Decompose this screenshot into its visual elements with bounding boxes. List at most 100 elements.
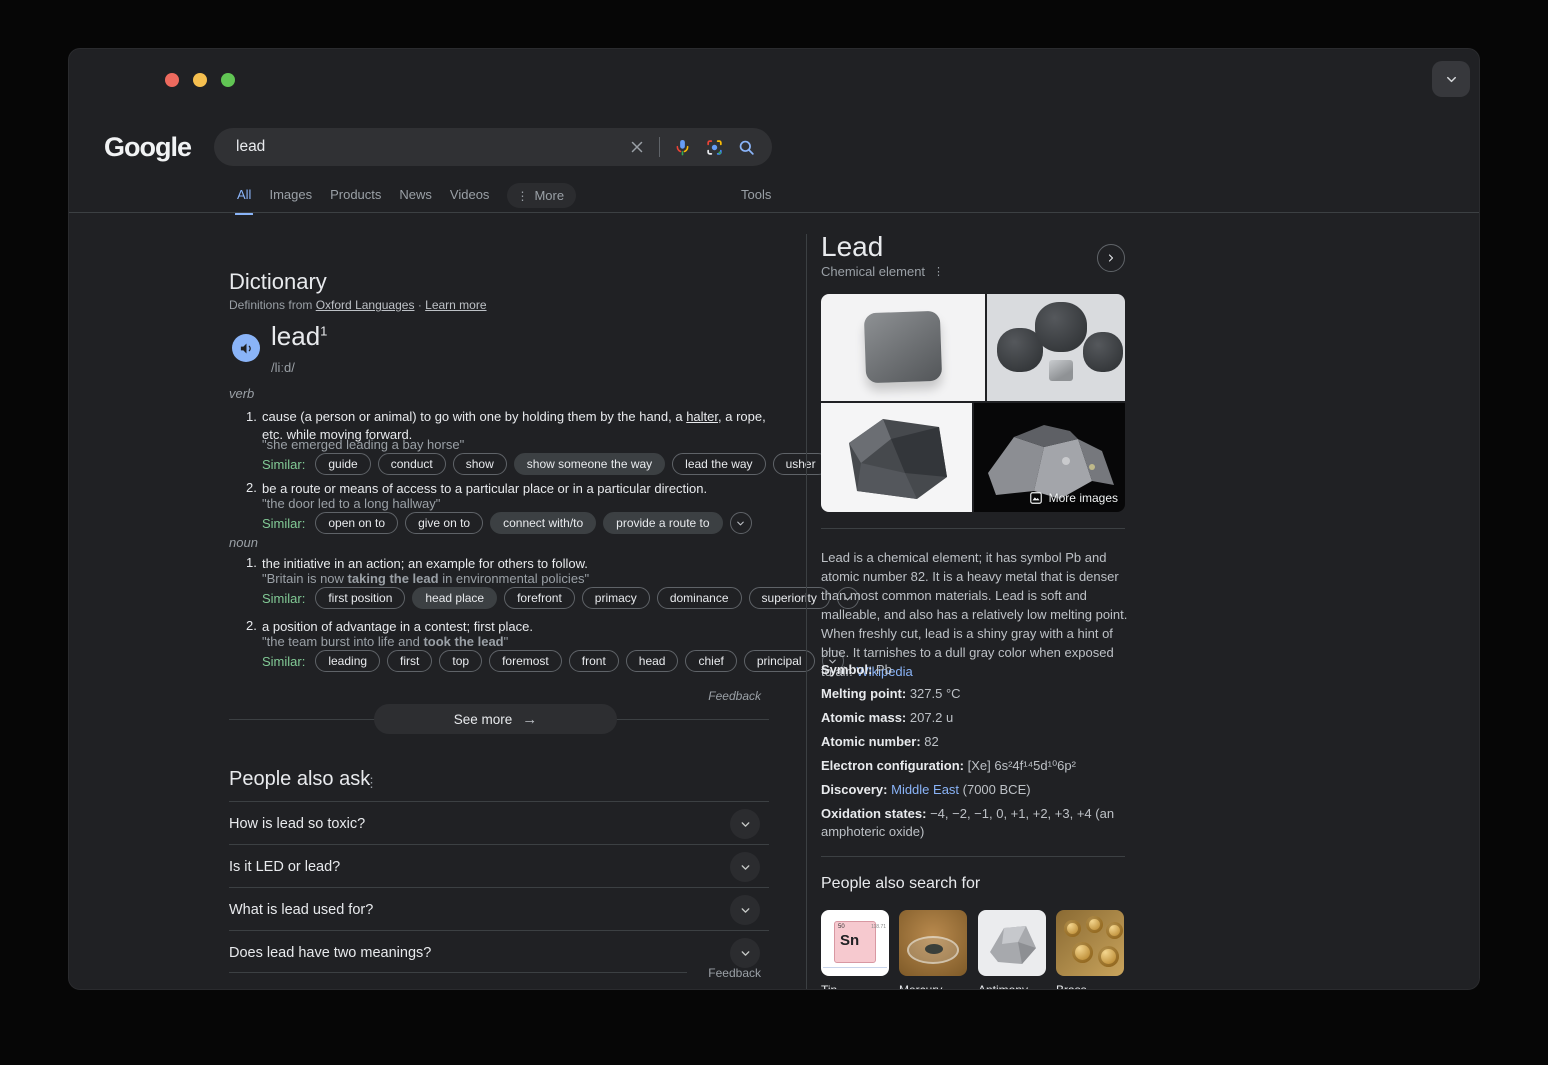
search-divider	[659, 137, 660, 157]
synonym-chip[interactable]: head	[626, 650, 679, 672]
part-of-speech-noun: noun	[229, 535, 258, 550]
oxford-languages-link[interactable]: Oxford Languages	[316, 298, 415, 312]
zoom-window-button[interactable]	[221, 73, 235, 87]
more-images-button[interactable]: More images	[1029, 491, 1118, 505]
middle-east-link[interactable]: Middle East	[891, 782, 959, 797]
synonym-chip[interactable]: superiority	[749, 587, 830, 609]
synonym-chip[interactable]: open on to	[315, 512, 398, 534]
synonym-chip[interactable]: show someone the way	[514, 453, 665, 475]
synonym-chip[interactable]: chief	[685, 650, 736, 672]
panel-section-divider	[821, 528, 1125, 529]
similar-label: Similar:	[262, 591, 305, 606]
lead-crystals-image[interactable]	[987, 294, 1125, 401]
pasf-label[interactable]: Tin	[821, 983, 837, 990]
synonym-chip[interactable]: first	[387, 650, 432, 672]
tab-more-label: More	[534, 188, 564, 203]
tab-images[interactable]: Images	[269, 187, 312, 208]
verb2-definition: be a route or means of access to a parti…	[262, 480, 774, 498]
dictionary-feedback-link[interactable]: Feedback	[229, 689, 761, 703]
minimize-window-button[interactable]	[193, 73, 207, 87]
paa-question-row[interactable]: How is lead so toxic?	[229, 801, 769, 844]
noun2-definition: a position of advantage in a contest; fi…	[262, 618, 774, 636]
pasf-label[interactable]: Mercury	[899, 983, 942, 990]
panel-title: Lead	[821, 231, 883, 263]
expand-question-button[interactable]	[730, 938, 760, 968]
fact-discovery: Discovery: Middle East (7000 BCE)	[821, 781, 1128, 799]
paa-feedback-link[interactable]: Feedback	[694, 966, 761, 980]
brass-ring-shape	[1064, 920, 1081, 937]
pasf-label[interactable]: Brass	[1056, 983, 1087, 990]
synonym-chip[interactable]: front	[569, 650, 619, 672]
expand-question-button[interactable]	[730, 809, 760, 839]
synonym-chip[interactable]: principal	[744, 650, 815, 672]
see-more-button[interactable]: See more →	[374, 704, 617, 734]
synonym-chip[interactable]: first position	[315, 587, 405, 609]
expand-synonyms-button[interactable]	[730, 512, 752, 534]
similar-label: Similar:	[262, 654, 305, 669]
tab-all[interactable]: All	[237, 187, 251, 208]
noun1-similar-row: Similar: first position head place foref…	[262, 587, 859, 609]
google-lens-icon[interactable]	[705, 138, 724, 157]
synonym-chip[interactable]: leading	[315, 650, 380, 672]
expand-question-button[interactable]	[730, 895, 760, 925]
synonym-chip[interactable]: lead the way	[672, 453, 765, 475]
halter-link[interactable]: halter	[686, 409, 718, 424]
search-bar[interactable]: lead	[214, 128, 772, 166]
paa-question-row[interactable]: Does lead have two meanings?	[229, 930, 769, 973]
synonym-chip[interactable]: foremost	[489, 650, 562, 672]
synonym-chip[interactable]: connect with/to	[490, 512, 596, 534]
tab-products[interactable]: Products	[330, 187, 381, 208]
google-logo[interactable]: Google	[104, 132, 191, 163]
result-tabs: All Images Products News Videos ⋮More	[237, 187, 576, 208]
pasf-label[interactable]: Antimony	[978, 983, 1028, 990]
search-input[interactable]: lead	[236, 138, 628, 156]
noun1-definition: the initiative in an action; an example …	[262, 555, 774, 573]
tools-button[interactable]: Tools	[741, 187, 771, 202]
synonym-chip[interactable]: guide	[315, 453, 370, 475]
source-prefix: Definitions from	[229, 298, 312, 312]
paa-question[interactable]: Does lead have two meanings?	[229, 945, 431, 961]
synonym-chip[interactable]: top	[439, 650, 482, 672]
mercury-thumbnail[interactable]	[899, 910, 967, 976]
voice-search-icon[interactable]	[673, 138, 692, 157]
paa-question[interactable]: How is lead so toxic?	[229, 816, 365, 832]
tab-news[interactable]: News	[399, 187, 432, 208]
galena-ore-image[interactable]: More images	[974, 403, 1125, 512]
verb1-number: 1.	[246, 409, 257, 424]
tab-videos[interactable]: Videos	[450, 187, 490, 208]
lead-cube-image[interactable]	[821, 294, 985, 401]
paa-question-row[interactable]: What is lead used for?	[229, 887, 769, 930]
paa-question-row[interactable]: Is it LED or lead?	[229, 844, 769, 887]
tin-thumbnail[interactable]: 50 118.71 Sn	[821, 910, 889, 976]
pronounce-button[interactable]	[232, 334, 260, 362]
expand-question-button[interactable]	[730, 852, 760, 882]
synonym-chip[interactable]: dominance	[657, 587, 742, 609]
synonym-chip[interactable]: forefront	[504, 587, 575, 609]
synonym-chip[interactable]: head place	[412, 587, 497, 609]
people-also-search-title: People also search for	[821, 875, 980, 893]
paa-question[interactable]: Is it LED or lead?	[229, 859, 340, 875]
paa-question[interactable]: What is lead used for?	[229, 902, 373, 918]
fact-melting-point: Melting point: 327.5 °C	[821, 685, 1128, 703]
lead-crystal-shape	[1083, 332, 1123, 372]
window-chevron-button[interactable]	[1432, 61, 1470, 97]
clear-search-icon[interactable]	[628, 138, 646, 156]
chevron-down-icon	[739, 904, 752, 917]
brass-thumbnail[interactable]	[1056, 910, 1124, 976]
synonym-chip[interactable]: show	[453, 453, 507, 475]
close-window-button[interactable]	[165, 73, 179, 87]
lead-chunk-image[interactable]	[821, 403, 972, 512]
learn-more-link[interactable]: Learn more	[425, 298, 486, 312]
brass-ring-shape	[1098, 946, 1119, 967]
paa-menu-icon[interactable]: ⋮	[365, 775, 378, 791]
synonym-chip[interactable]: provide a route to	[603, 512, 722, 534]
search-icon[interactable]	[737, 138, 756, 157]
synonym-chip[interactable]: primacy	[582, 587, 650, 609]
antimony-thumbnail[interactable]	[978, 910, 1046, 976]
synonym-chip[interactable]: give on to	[405, 512, 483, 534]
panel-expand-button[interactable]	[1097, 244, 1125, 272]
tab-more[interactable]: ⋮More	[507, 183, 576, 208]
panel-menu-icon[interactable]: ⋮	[933, 265, 944, 278]
synonym-chip[interactable]: conduct	[378, 453, 446, 475]
header-divider	[69, 212, 1480, 213]
